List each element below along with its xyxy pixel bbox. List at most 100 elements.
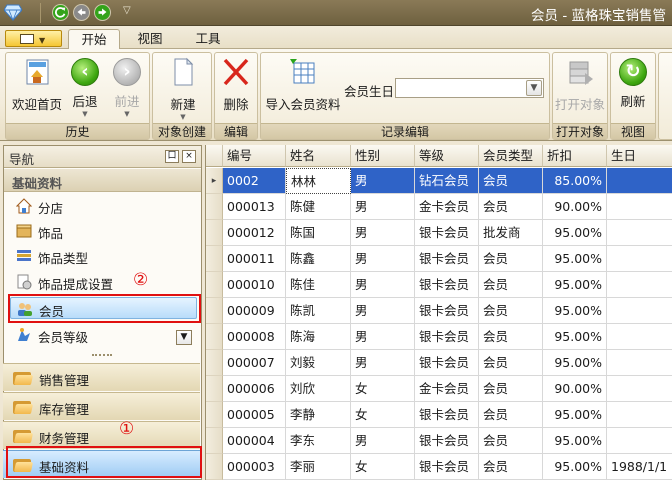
cell-id[interactable]: 000011 [223,246,286,272]
cell-name[interactable]: 陈凯 [286,298,351,324]
table-row[interactable]: 000008 陈海男银卡会员 会员 95.00% [206,324,672,350]
cell-name[interactable]: 陈海 [286,324,351,350]
nav-item-jewelry[interactable]: 饰品 [10,220,197,242]
nav-group-sales[interactable]: 销售管理 [3,363,200,391]
cell-birthday[interactable] [607,402,672,428]
table-row[interactable]: 000007 刘毅男银卡会员 会员 95.00% [206,350,672,376]
home-button[interactable]: 欢迎首页 [10,57,64,113]
cell-level[interactable]: 钻石会员 [415,168,479,194]
cell-member-type[interactable]: 会员 [479,454,543,480]
cell-gender[interactable]: 女 [351,402,415,428]
cell-level[interactable]: 银卡会员 [415,220,479,246]
cell-birthday[interactable] [607,428,672,454]
cell-id[interactable]: 000003 [223,454,286,480]
cell-discount[interactable]: 90.00% [543,194,607,220]
forward-button[interactable]: › 前进 ▼ [108,57,146,118]
diamond-icon[interactable] [4,4,22,21]
cell-name[interactable]: 刘欣 [286,376,351,402]
cell-member-type[interactable]: 会员 [479,298,543,324]
cell-birthday[interactable] [607,324,672,350]
cell-discount[interactable]: 90.00% [543,376,607,402]
cell-member-type[interactable]: 会员 [479,194,543,220]
cell-birthday[interactable] [607,376,672,402]
pin-icon[interactable]: 口 [165,150,179,163]
row-indicator[interactable] [206,350,223,376]
column-header-discount[interactable]: 折扣 [543,145,607,167]
table-row[interactable]: 000005 李静女银卡会员 会员 95.00% [206,402,672,428]
cell-name[interactable]: 陈国 [286,220,351,246]
row-indicator[interactable] [206,428,223,454]
cell-member-type[interactable]: 会员 [479,428,543,454]
open-object-button[interactable]: 打开对象 [555,57,605,113]
nav-item-member-level[interactable]: 会员等级 [10,324,197,346]
row-indicator[interactable] [206,194,223,220]
app-menu-button[interactable]: ▼ [5,30,62,47]
close-icon[interactable]: × [182,150,196,163]
nav-item-jewelry-type[interactable]: 饰品类型 [10,245,197,267]
cell-member-type[interactable]: 会员 [479,272,543,298]
cell-level[interactable]: 银卡会员 [415,246,479,272]
cell-gender[interactable]: 女 [351,376,415,402]
column-header-birthday[interactable]: 生日 [607,145,672,167]
tab-tools[interactable]: 工具 [180,29,236,50]
cell-discount[interactable]: 95.00% [543,454,607,480]
cell-id[interactable]: 000010 [223,272,286,298]
chevron-down-icon[interactable]: ▼ [176,330,192,345]
cell-level[interactable]: 银卡会员 [415,324,479,350]
column-header-member-type[interactable]: 会员类型 [479,145,543,167]
cell-name[interactable]: 李丽 [286,454,351,480]
cell-member-type[interactable]: 会员 [479,402,543,428]
table-row[interactable]: 000006 刘欣女金卡会员 会员 90.00% [206,376,672,402]
table-row[interactable]: 000009 陈凯男银卡会员 会员 95.00% [206,298,672,324]
cell-discount[interactable]: 95.00% [543,324,607,350]
cell-member-type[interactable]: 会员 [479,324,543,350]
cell-discount[interactable]: 95.00% [543,402,607,428]
cell-birthday[interactable] [607,246,672,272]
cell-level[interactable]: 银卡会员 [415,454,479,480]
cell-discount[interactable]: 95.00% [543,350,607,376]
chevron-down-icon[interactable]: ▼ [526,80,542,96]
cell-gender[interactable]: 男 [351,194,415,220]
delete-button[interactable]: 删除 [217,57,255,113]
cell-name[interactable]: 李静 [286,402,351,428]
column-header-name[interactable]: 姓名 [286,145,351,167]
cell-gender[interactable]: 男 [351,324,415,350]
forward-icon[interactable] [94,4,111,21]
back-icon[interactable] [73,4,90,21]
cell-birthday[interactable] [607,194,672,220]
cell-member-type[interactable]: 会员 [479,168,543,194]
cell-id[interactable]: 000013 [223,194,286,220]
row-indicator[interactable] [206,454,223,480]
cell-gender[interactable]: 男 [351,220,415,246]
cell-birthday[interactable] [607,272,672,298]
nav-section-header[interactable]: 基础资料 [4,169,201,192]
table-row[interactable]: 000011 陈鑫男银卡会员 会员 95.00% [206,246,672,272]
cell-name[interactable]: 陈鑫 [286,246,351,272]
refresh-button[interactable]: ↻ 刷新 [613,57,653,110]
cell-name[interactable]: 林林 [286,168,351,194]
column-header-id[interactable]: 编号 [223,145,286,167]
cell-member-type[interactable]: 会员 [479,376,543,402]
cell-discount[interactable]: 95.00% [543,220,607,246]
cell-birthday[interactable] [607,168,672,194]
cell-discount[interactable]: 85.00% [543,168,607,194]
cell-gender[interactable]: 男 [351,246,415,272]
cell-gender[interactable]: 男 [351,272,415,298]
row-indicator[interactable] [206,220,223,246]
row-pointer-icon[interactable]: ▸ [206,168,223,194]
cell-birthday[interactable]: 1988/1/1 [607,454,672,480]
table-row[interactable]: 000010 陈佳男银卡会员 会员 95.00% [206,272,672,298]
cell-id[interactable]: 000005 [223,402,286,428]
cell-birthday[interactable] [607,220,672,246]
back-button[interactable]: ‹ 后退 ▼ [66,57,104,118]
cell-member-type[interactable]: 会员 [479,350,543,376]
cell-birthday[interactable] [607,298,672,324]
new-button[interactable]: 新建 ▼ [157,57,209,121]
cell-gender[interactable]: 女 [351,454,415,480]
cell-id[interactable]: 0002 [223,168,286,194]
table-row[interactable]: 000013 陈健男金卡会员 会员 90.00% [206,194,672,220]
cell-gender[interactable]: 男 [351,168,415,194]
cell-gender[interactable]: 男 [351,428,415,454]
cell-id[interactable]: 000012 [223,220,286,246]
row-indicator[interactable] [206,272,223,298]
